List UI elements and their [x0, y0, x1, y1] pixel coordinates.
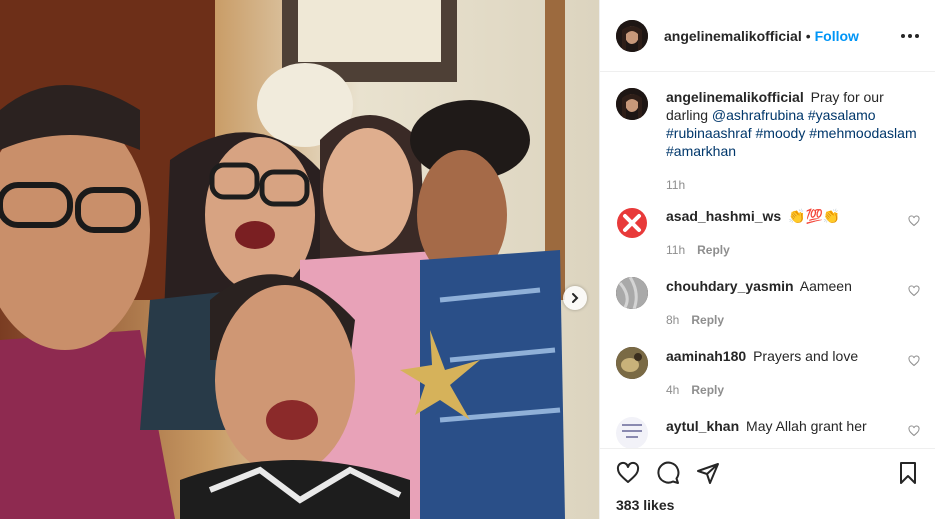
comments-list[interactable]: angelinemalikofficial Pray for our darli… — [600, 72, 935, 448]
comment-username[interactable]: aytul_khan — [666, 418, 739, 434]
caption-timestamp[interactable]: 11h — [666, 176, 685, 194]
comment-row: aytul_khan May Allah grant her — [616, 417, 920, 448]
post-photo[interactable] — [0, 0, 599, 519]
post-container: angelinemalikofficial • Follow angelinem… — [0, 0, 935, 519]
commenter-avatar[interactable] — [616, 277, 648, 309]
paper-plane-icon[interactable] — [696, 461, 720, 485]
more-options-icon[interactable] — [901, 28, 919, 44]
caption-tag[interactable]: #mehmoodaslam — [809, 125, 916, 141]
comment-timestamp[interactable]: 4h — [666, 381, 679, 399]
reply-button[interactable]: Reply — [691, 381, 724, 399]
caption-tag[interactable]: #rubinaashraf — [666, 125, 752, 141]
pattern-avatar — [616, 417, 648, 448]
comment-like-icon[interactable] — [908, 355, 920, 367]
caption-tag[interactable]: #yasalamo — [808, 107, 876, 123]
comment-body: aytul_khan May Allah grant her — [666, 417, 900, 448]
comment-row: aaminah180 Prayers and love 4h Reply — [616, 347, 920, 417]
comment-body: asad_hashmi_ws 👏💯👏 11h Reply — [666, 207, 900, 277]
people-group — [0, 85, 565, 519]
caption-username[interactable]: angelinemalikofficial — [666, 89, 804, 105]
photo-avatar — [616, 347, 648, 379]
caption-body: angelinemalikofficial Pray for our darli… — [666, 88, 920, 207]
avatar-image — [616, 19, 648, 52]
post-actions: 383 likes — [600, 448, 935, 519]
likes-count[interactable]: 383 likes — [616, 497, 920, 513]
caption-tag[interactable]: #moody — [756, 125, 806, 141]
comment-body: aaminah180 Prayers and love 4h Reply — [666, 347, 900, 417]
comment-like-icon[interactable] — [908, 425, 920, 437]
comment-row: chouhdary_yasmin Aameen 8h Reply — [616, 277, 920, 347]
commenter-avatar[interactable] — [616, 417, 648, 448]
author-avatar[interactable] — [616, 19, 648, 52]
commenter-avatar[interactable] — [616, 207, 648, 239]
comment-username[interactable]: asad_hashmi_ws — [666, 208, 781, 224]
avatar-image — [616, 88, 648, 120]
action-icons — [616, 459, 920, 487]
heart-icon[interactable] — [616, 461, 640, 485]
post-side-panel: angelinemalikofficial • Follow angelinem… — [599, 0, 935, 519]
red-x-avatar — [617, 208, 647, 238]
caption-tag[interactable]: @ashrafrubina — [712, 107, 804, 123]
comment-text: Prayers and love — [753, 348, 859, 364]
caption-avatar[interactable] — [616, 88, 648, 120]
author-username[interactable]: angelinemalikofficial — [664, 28, 802, 44]
chevron-right-icon — [572, 293, 579, 303]
reply-button[interactable]: Reply — [691, 311, 724, 329]
comment-username[interactable]: aaminah180 — [666, 348, 746, 364]
commenter-avatar[interactable] — [616, 347, 648, 379]
caption-tag[interactable]: #amarkhan — [666, 143, 736, 159]
bookmark-icon[interactable] — [896, 461, 920, 485]
separator-dot: • — [805, 27, 811, 44]
comment-like-icon[interactable] — [908, 285, 920, 297]
next-photo-button[interactable] — [563, 286, 587, 310]
follow-button[interactable]: Follow — [815, 28, 859, 44]
reply-button[interactable]: Reply — [697, 241, 730, 259]
caption-row: angelinemalikofficial Pray for our darli… — [616, 88, 920, 207]
comment-text: Aameen — [799, 278, 852, 294]
comment-row: asad_hashmi_ws 👏💯👏 11h Reply — [616, 207, 920, 277]
comment-username[interactable]: chouhdary_yasmin — [666, 278, 794, 294]
comment-like-icon[interactable] — [908, 215, 920, 227]
post-header: angelinemalikofficial • Follow — [600, 0, 935, 72]
gray-avatar — [616, 277, 648, 309]
comment-text: May Allah grant her — [746, 418, 867, 434]
comment-timestamp[interactable]: 11h — [666, 241, 685, 259]
comment-timestamp[interactable]: 8h — [666, 311, 679, 329]
comment-body: chouhdary_yasmin Aameen 8h Reply — [666, 277, 900, 347]
comment-text: 👏💯👏 — [788, 208, 841, 224]
photo-illustration — [0, 0, 599, 519]
comment-icon[interactable] — [656, 461, 680, 485]
